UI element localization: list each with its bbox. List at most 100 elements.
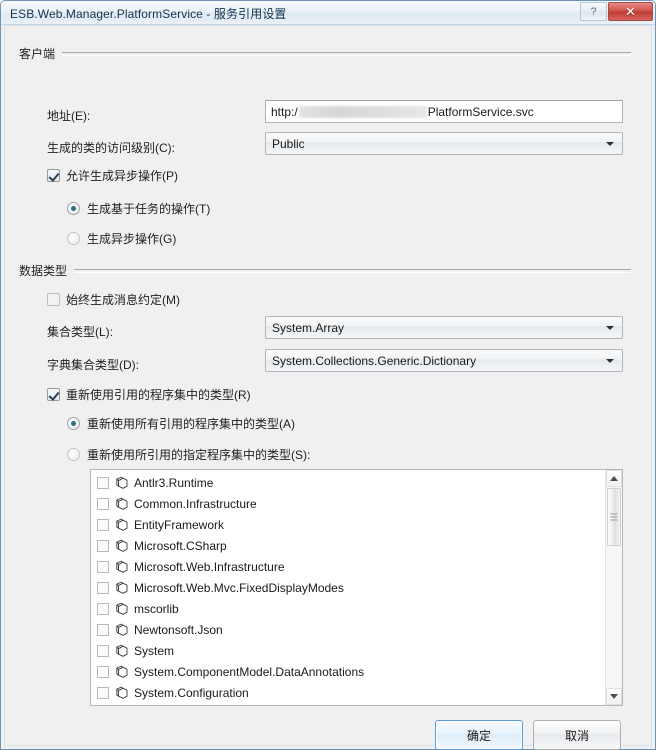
assembly-checkbox[interactable]: [97, 623, 109, 636]
collection-type-select[interactable]: System.Array: [265, 316, 623, 339]
assembly-checkbox[interactable]: [97, 644, 109, 657]
address-redacted-region: [298, 105, 427, 118]
assembly-name: Newtonsoft.Json: [134, 622, 223, 637]
reuse-all-radio[interactable]: 重新使用所有引用的程序集中的类型(A): [67, 415, 295, 432]
reuse-types-checkbox[interactable]: 重新使用引用的程序集中的类型(R): [47, 386, 251, 403]
chevron-down-icon: [606, 141, 614, 146]
chevron-down-icon: [606, 325, 614, 330]
address-prefix-text: http:/: [271, 104, 298, 119]
title-bar[interactable]: ESB.Web.Manager.PlatformService - 服务引用设置…: [1, 1, 655, 25]
async-operations-radio[interactable]: 生成异步操作(G): [67, 230, 176, 247]
scrollbar-thumb[interactable]: [607, 488, 621, 546]
assembly-icon: [115, 560, 129, 574]
list-item[interactable]: Antlr3.Runtime: [91, 472, 604, 493]
assembly-icon: [115, 623, 129, 637]
service-reference-settings-dialog: ESB.Web.Manager.PlatformService - 服务引用设置…: [0, 0, 656, 750]
assembly-list-items: Antlr3.Runtime Common.Infrastructure Entit…: [91, 472, 604, 703]
assembly-checkbox[interactable]: [97, 602, 109, 615]
task-based-radio[interactable]: 生成基于任务的操作(T): [67, 200, 210, 217]
message-contract-checkbox[interactable]: 始终生成消息约定(M): [47, 291, 180, 308]
assembly-name: Common.Infrastructure: [134, 496, 257, 511]
scroll-up-button[interactable]: [606, 470, 622, 487]
close-button[interactable]: ✕: [608, 2, 653, 21]
assembly-name: System: [134, 643, 175, 658]
allow-async-checkbox[interactable]: 允许生成异步操作(P): [47, 167, 178, 184]
assembly-checkbox[interactable]: [97, 476, 109, 489]
assembly-icon: [115, 539, 129, 553]
dictionary-type-select[interactable]: System.Collections.Generic.Dictionary: [265, 349, 623, 372]
reuse-specified-label: 重新使用所引用的指定程序集中的类型(S):: [87, 448, 311, 462]
list-item[interactable]: System: [91, 640, 604, 661]
caption-button-group: ? ✕: [579, 2, 653, 21]
list-item[interactable]: Newtonsoft.Json: [91, 619, 604, 640]
client-group-label: 客户端: [19, 47, 56, 61]
assembly-name: EntityFramework: [134, 517, 225, 532]
dictionary-type-label: 字典集合类型(D):: [47, 358, 139, 372]
scroll-down-button[interactable]: [606, 688, 622, 705]
checkbox-indicator: [47, 388, 60, 401]
access-level-value: Public: [272, 136, 305, 151]
reuse-specified-radio[interactable]: 重新使用所引用的指定程序集中的类型(S):: [67, 446, 310, 463]
help-button[interactable]: ?: [580, 2, 607, 21]
assembly-checkbox[interactable]: [97, 560, 109, 573]
dictionary-type-value: System.Collections.Generic.Dictionary: [272, 353, 477, 368]
cancel-button[interactable]: 取消: [533, 720, 621, 750]
client-group-header: 客户端: [19, 45, 631, 62]
assembly-name: Microsoft.CSharp: [134, 538, 227, 553]
assembly-icon: [115, 581, 129, 595]
grip-icon: [610, 513, 618, 521]
chevron-down-icon: [606, 358, 614, 363]
list-item[interactable]: Microsoft.Web.Mvc.FixedDisplayModes: [91, 577, 604, 598]
list-item[interactable]: System.Configuration: [91, 682, 604, 703]
assembly-checkbox[interactable]: [97, 581, 109, 594]
address-label: 地址(E):: [47, 109, 91, 123]
async-operations-label: 生成异步操作(G): [87, 232, 177, 246]
ok-button[interactable]: 确定: [435, 720, 523, 750]
reuse-types-label: 重新使用引用的程序集中的类型(R): [66, 388, 251, 402]
list-item[interactable]: Microsoft.Web.Infrastructure: [91, 556, 604, 577]
assembly-name: mscorlib: [134, 601, 179, 616]
message-contract-label: 始终生成消息约定(M): [66, 293, 180, 307]
chevron-up-icon: [610, 476, 618, 481]
list-item[interactable]: Common.Infrastructure: [91, 493, 604, 514]
assembly-icon: [115, 602, 129, 616]
assembly-checkbox[interactable]: [97, 497, 109, 510]
collection-type-label: 集合类型(L):: [47, 325, 114, 339]
reuse-all-label: 重新使用所有引用的程序集中的类型(A): [87, 417, 295, 431]
assembly-list-scrollbar[interactable]: [605, 470, 622, 705]
checkbox-indicator: [47, 293, 60, 306]
collection-type-value: System.Array: [272, 320, 345, 335]
assembly-name: System.ComponentModel.DataAnnotations: [134, 664, 365, 679]
assembly-name: Antlr3.Runtime: [134, 475, 214, 490]
assembly-checkbox[interactable]: [97, 686, 109, 699]
assembly-list[interactable]: Antlr3.Runtime Common.Infrastructure Entit…: [90, 469, 623, 706]
list-item[interactable]: mscorlib: [91, 598, 604, 619]
assembly-name: Microsoft.Web.Infrastructure: [134, 559, 285, 574]
assembly-icon: [115, 476, 129, 490]
chevron-down-icon: [610, 694, 618, 699]
client-group-rule: [62, 51, 631, 56]
checkbox-indicator: [47, 169, 60, 182]
assembly-checkbox[interactable]: [97, 539, 109, 552]
list-item[interactable]: System.ComponentModel.DataAnnotations: [91, 661, 604, 682]
task-based-label: 生成基于任务的操作(T): [87, 202, 211, 216]
address-input[interactable]: http:/ PlatformService.svc: [265, 100, 623, 123]
radio-indicator-selected: [67, 417, 80, 430]
dialog-content: 客户端 地址(E): http:/ PlatformService.svc 生成…: [5, 26, 653, 750]
list-item[interactable]: Microsoft.CSharp: [91, 535, 604, 556]
radio-indicator-selected: [67, 202, 80, 215]
access-level-select[interactable]: Public: [265, 132, 623, 155]
address-suffix-text: PlatformService.svc: [427, 104, 534, 119]
data-type-group-header: 数据类型: [19, 262, 631, 279]
data-type-group-label: 数据类型: [19, 264, 68, 278]
allow-async-label: 允许生成异步操作(P): [66, 169, 178, 183]
assembly-icon: [115, 686, 129, 700]
assembly-icon: [115, 518, 129, 532]
assembly-checkbox[interactable]: [97, 518, 109, 531]
assembly-checkbox[interactable]: [97, 665, 109, 678]
access-level-label: 生成的类的访问级别(C):: [47, 141, 175, 155]
window-title: ESB.Web.Manager.PlatformService - 服务引用设置: [10, 7, 287, 21]
assembly-icon: [115, 665, 129, 679]
assembly-name: Microsoft.Web.Mvc.FixedDisplayModes: [134, 580, 344, 595]
list-item[interactable]: EntityFramework: [91, 514, 604, 535]
